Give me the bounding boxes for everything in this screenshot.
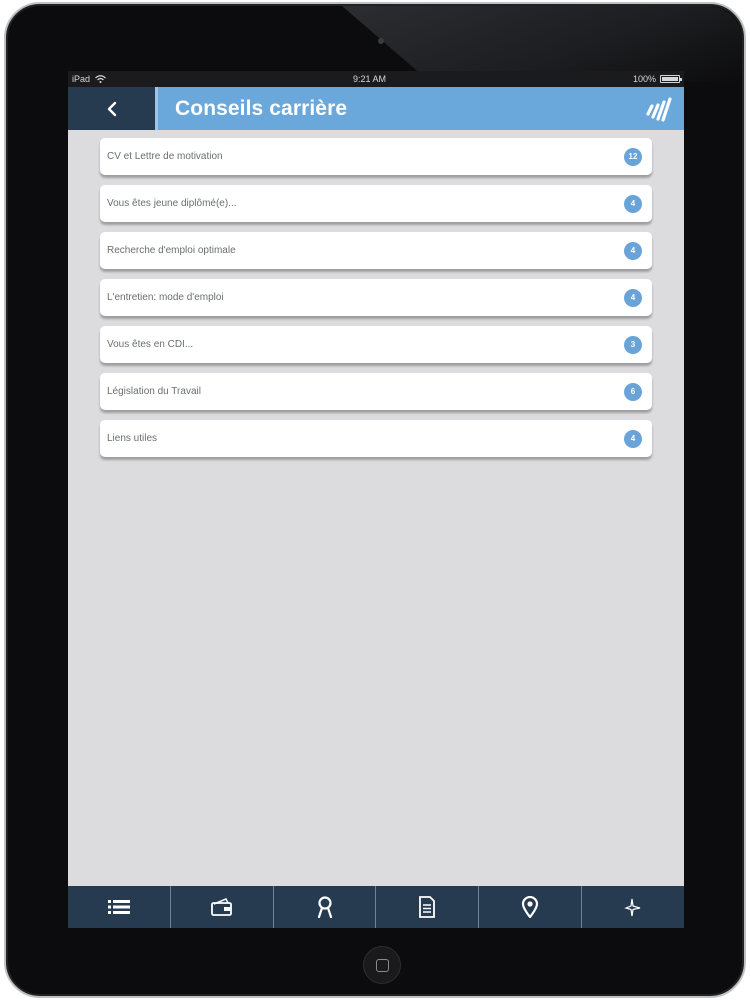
tab-document[interactable] xyxy=(376,886,480,928)
list-item[interactable]: Liens utiles 4 xyxy=(100,420,652,457)
list-item[interactable]: L'entretien: mode d'emploi 4 xyxy=(100,279,652,316)
battery-percent: 100% xyxy=(632,74,656,84)
camera-icon xyxy=(378,38,384,44)
profile-icon xyxy=(317,896,332,918)
count-badge: 6 xyxy=(624,382,642,401)
device-name: iPad xyxy=(72,74,91,84)
wallet-icon xyxy=(210,898,232,916)
status-left: iPad xyxy=(72,74,106,84)
tab-sparkle[interactable] xyxy=(582,886,684,928)
tab-wallet[interactable] xyxy=(171,886,274,928)
item-label: Vous êtes jeune diplômé(e)... xyxy=(107,198,237,209)
list-item[interactable]: CV et Lettre de motivation 12 xyxy=(100,138,652,175)
item-label: Vous êtes en CDI... xyxy=(107,339,194,350)
tab-bar xyxy=(68,886,684,928)
battery-icon xyxy=(659,75,682,83)
home-button[interactable] xyxy=(363,946,401,984)
category-list: CV et Lettre de motivation 12 Vous êtes … xyxy=(68,130,684,457)
list-item[interactable]: Vous êtes en CDI... 3 xyxy=(100,326,652,363)
title-area: Conseils carrière xyxy=(158,87,684,130)
count-badge: 4 xyxy=(624,429,642,448)
count-badge: 12 xyxy=(624,147,642,166)
count-badge: 3 xyxy=(624,335,642,354)
item-label: CV et Lettre de motivation xyxy=(107,151,223,162)
app-screen: iPad 9:21 AM 100% Conseils carrière CV e… xyxy=(68,71,684,928)
wifi-icon xyxy=(95,75,106,83)
list-item[interactable]: Recherche d'emploi optimale 4 xyxy=(100,232,652,269)
count-badge: 4 xyxy=(624,241,642,260)
item-label: Recherche d'emploi optimale xyxy=(107,245,236,256)
status-time: 9:21 AM xyxy=(352,74,386,84)
status-right: 100% xyxy=(632,74,682,84)
tab-location[interactable] xyxy=(479,886,583,928)
home-square-icon xyxy=(375,958,389,972)
status-bar: iPad 9:21 AM 100% xyxy=(68,71,684,87)
chevron-left-icon xyxy=(107,101,116,116)
back-button[interactable] xyxy=(68,87,158,130)
nav-bar: Conseils carrière xyxy=(68,87,684,130)
count-badge: 4 xyxy=(624,288,642,307)
count-badge: 4 xyxy=(624,194,642,213)
page-title: Conseils carrière xyxy=(175,96,348,120)
location-pin-icon xyxy=(522,896,539,918)
list-item[interactable]: Vous êtes jeune diplômé(e)... 4 xyxy=(100,185,652,222)
document-icon xyxy=(419,896,436,918)
item-label: Liens utiles xyxy=(107,433,158,444)
item-label: Législation du Travail xyxy=(107,386,201,397)
tab-list[interactable] xyxy=(68,886,171,928)
sparkle-icon xyxy=(624,898,641,917)
list-icon xyxy=(107,900,130,914)
list-item[interactable]: Législation du Travail 6 xyxy=(100,373,652,410)
item-label: L'entretien: mode d'emploi xyxy=(107,292,224,303)
tab-profile[interactable] xyxy=(274,886,377,928)
brand-logo-icon[interactable] xyxy=(646,96,674,122)
